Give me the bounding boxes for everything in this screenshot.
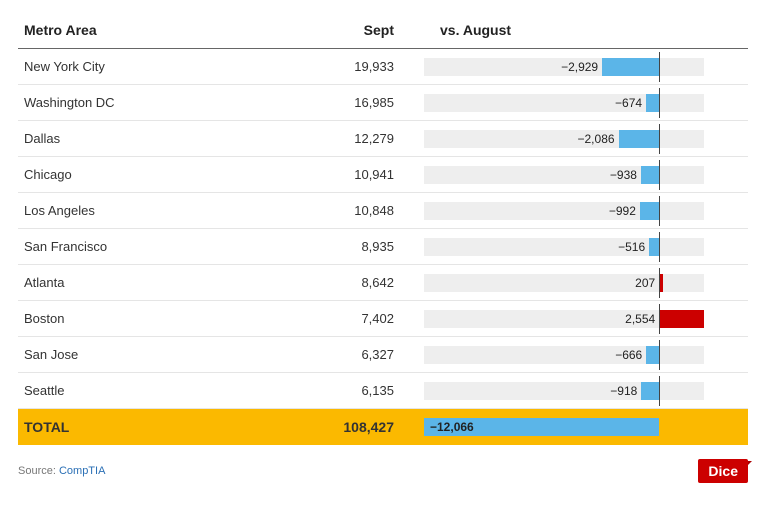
delta-cell: −516 xyxy=(418,229,748,265)
table-row: Los Angeles10,848 −992 xyxy=(18,193,748,229)
table-row: New York City19,933 −2,929 xyxy=(18,49,748,85)
delta-cell: −918 xyxy=(418,373,748,409)
metro-name: Chicago xyxy=(18,157,318,193)
sept-value: 8,642 xyxy=(318,265,418,301)
metro-name: San Jose xyxy=(18,337,318,373)
delta-label: −2,929 xyxy=(561,56,598,78)
sept-value: 7,402 xyxy=(318,301,418,337)
total-row: TOTAL108,427 −12,066 xyxy=(18,409,748,446)
delta-bar-negative xyxy=(646,94,659,112)
metro-name: Boston xyxy=(18,301,318,337)
zero-axis xyxy=(659,88,660,118)
metro-name: Los Angeles xyxy=(18,193,318,229)
col-sept: Sept xyxy=(318,14,418,49)
delta-bar-negative xyxy=(646,346,659,364)
sept-value: 12,279 xyxy=(318,121,418,157)
total-sept: 108,427 xyxy=(318,409,418,446)
table-row: Seattle6,135 −918 xyxy=(18,373,748,409)
zero-axis xyxy=(659,196,660,226)
delta-cell: −992 xyxy=(418,193,748,229)
zero-axis xyxy=(659,52,660,82)
table-row: Boston7,402 2,554 xyxy=(18,301,748,337)
delta-cell: −938 xyxy=(418,157,748,193)
delta-bar-positive xyxy=(659,310,704,328)
col-metro: Metro Area xyxy=(18,14,318,49)
footer: Source: CompTIA Dice xyxy=(18,459,748,483)
delta-cell: −2,929 xyxy=(418,49,748,85)
table-row: San Jose6,327 −666 xyxy=(18,337,748,373)
sept-value: 8,935 xyxy=(318,229,418,265)
table-row: Chicago10,941 −938 xyxy=(18,157,748,193)
zero-axis xyxy=(659,268,660,298)
dice-badge: Dice xyxy=(698,459,748,483)
delta-cell: −666 xyxy=(418,337,748,373)
zero-axis xyxy=(659,304,660,334)
delta-label: −992 xyxy=(609,200,636,222)
metro-name: Seattle xyxy=(18,373,318,409)
sept-value: 10,848 xyxy=(318,193,418,229)
delta-bar-negative xyxy=(602,58,659,76)
delta-bar-negative xyxy=(619,130,660,148)
delta-label: 207 xyxy=(635,272,655,294)
delta-cell: −674 xyxy=(418,85,748,121)
source-line: Source: CompTIA xyxy=(18,465,105,477)
delta-bar-negative xyxy=(641,382,659,400)
delta-label: −516 xyxy=(618,236,645,258)
delta-cell: 207 xyxy=(418,265,748,301)
total-delta-cell: −12,066 xyxy=(418,409,748,446)
source-link[interactable]: CompTIA xyxy=(59,465,105,477)
table-row: Atlanta8,642 207 xyxy=(18,265,748,301)
table-row: San Francisco8,935 −516 xyxy=(18,229,748,265)
sept-value: 16,985 xyxy=(318,85,418,121)
total-label: TOTAL xyxy=(18,409,318,446)
delta-label: −938 xyxy=(610,164,637,186)
source-prefix: Source: xyxy=(18,465,59,477)
metro-table: Metro Area Sept vs. August New York City… xyxy=(18,14,748,445)
metro-name: Atlanta xyxy=(18,265,318,301)
metro-name: New York City xyxy=(18,49,318,85)
delta-label: −12,066 xyxy=(430,416,474,438)
delta-label: −666 xyxy=(615,344,642,366)
delta-bar-negative xyxy=(641,166,659,184)
zero-axis xyxy=(659,124,660,154)
sept-value: 10,941 xyxy=(318,157,418,193)
delta-label: −2,086 xyxy=(578,128,615,150)
delta-label: −918 xyxy=(610,380,637,402)
zero-axis xyxy=(659,376,660,406)
sept-value: 19,933 xyxy=(318,49,418,85)
zero-axis xyxy=(659,232,660,262)
delta-cell: −2,086 xyxy=(418,121,748,157)
metro-name: Dallas xyxy=(18,121,318,157)
delta-cell: 2,554 xyxy=(418,301,748,337)
delta-bar-negative xyxy=(640,202,659,220)
metro-name: San Francisco xyxy=(18,229,318,265)
table-row: Dallas12,279 −2,086 xyxy=(18,121,748,157)
col-vs: vs. August xyxy=(418,14,748,49)
sept-value: 6,135 xyxy=(318,373,418,409)
delta-bar-negative xyxy=(649,238,659,256)
sept-value: 6,327 xyxy=(318,337,418,373)
zero-axis xyxy=(659,160,660,190)
delta-label: −674 xyxy=(615,92,642,114)
zero-axis xyxy=(659,340,660,370)
table-row: Washington DC16,985 −674 xyxy=(18,85,748,121)
metro-name: Washington DC xyxy=(18,85,318,121)
delta-label: 2,554 xyxy=(625,308,655,330)
